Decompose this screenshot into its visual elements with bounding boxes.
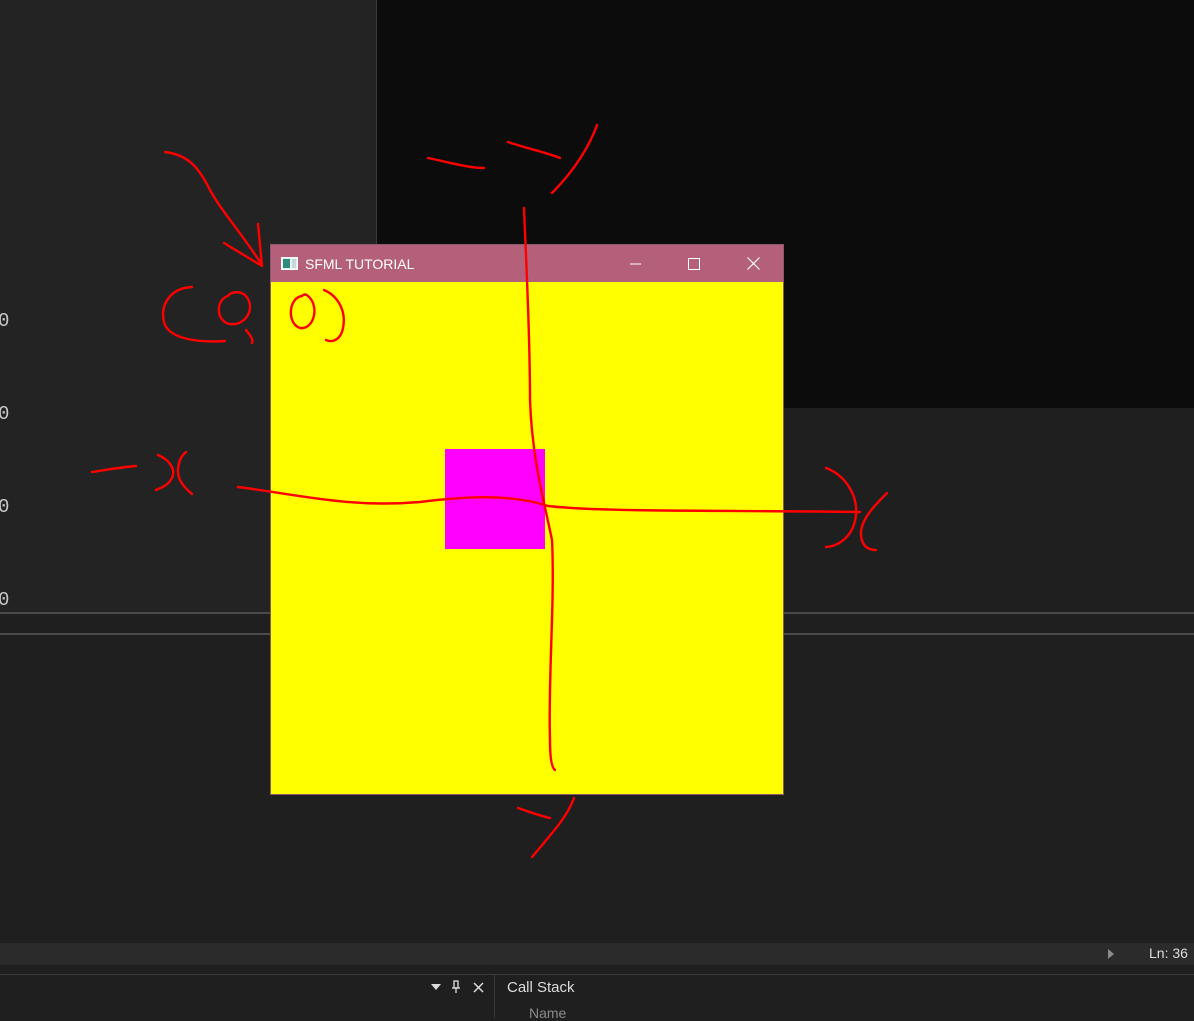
panel-dropdown-button[interactable] xyxy=(427,978,445,996)
window-titlebar[interactable]: SFML TUTORIAL xyxy=(271,245,783,282)
gutter-number: 0 xyxy=(0,589,10,611)
window-title: SFML TUTORIAL xyxy=(305,256,415,272)
panel-pin-button[interactable] xyxy=(447,978,465,996)
chevron-down-icon xyxy=(431,984,441,990)
call-stack-name-column-header[interactable]: Name xyxy=(529,1005,566,1021)
maximize-button[interactable] xyxy=(665,245,723,282)
bottom-left-tool-panel xyxy=(0,974,494,1019)
gutter-number: 0 xyxy=(0,496,10,518)
close-icon xyxy=(746,257,760,270)
line-number-indicator: Ln: 36 xyxy=(1149,945,1188,961)
maximize-icon xyxy=(688,257,700,270)
scroll-right-button[interactable] xyxy=(1102,944,1120,964)
pin-icon xyxy=(452,980,460,993)
chevron-right-icon xyxy=(1108,949,1114,959)
magenta-rectangle-shape xyxy=(445,449,545,549)
gutter-number: 0 xyxy=(0,403,10,425)
render-canvas[interactable] xyxy=(271,282,783,794)
sfml-window[interactable]: SFML TUTORIAL xyxy=(270,244,784,795)
panel-close-button[interactable] xyxy=(469,978,487,996)
status-bar xyxy=(0,943,1194,965)
gutter-number: 0 xyxy=(0,310,10,332)
app-window-icon xyxy=(281,257,298,270)
close-window-button[interactable] xyxy=(724,245,782,282)
close-icon xyxy=(472,981,484,993)
call-stack-title[interactable]: Call Stack xyxy=(507,979,575,996)
call-stack-panel xyxy=(495,974,1194,1019)
minimize-button[interactable] xyxy=(607,245,665,282)
minimize-icon xyxy=(630,263,641,264)
